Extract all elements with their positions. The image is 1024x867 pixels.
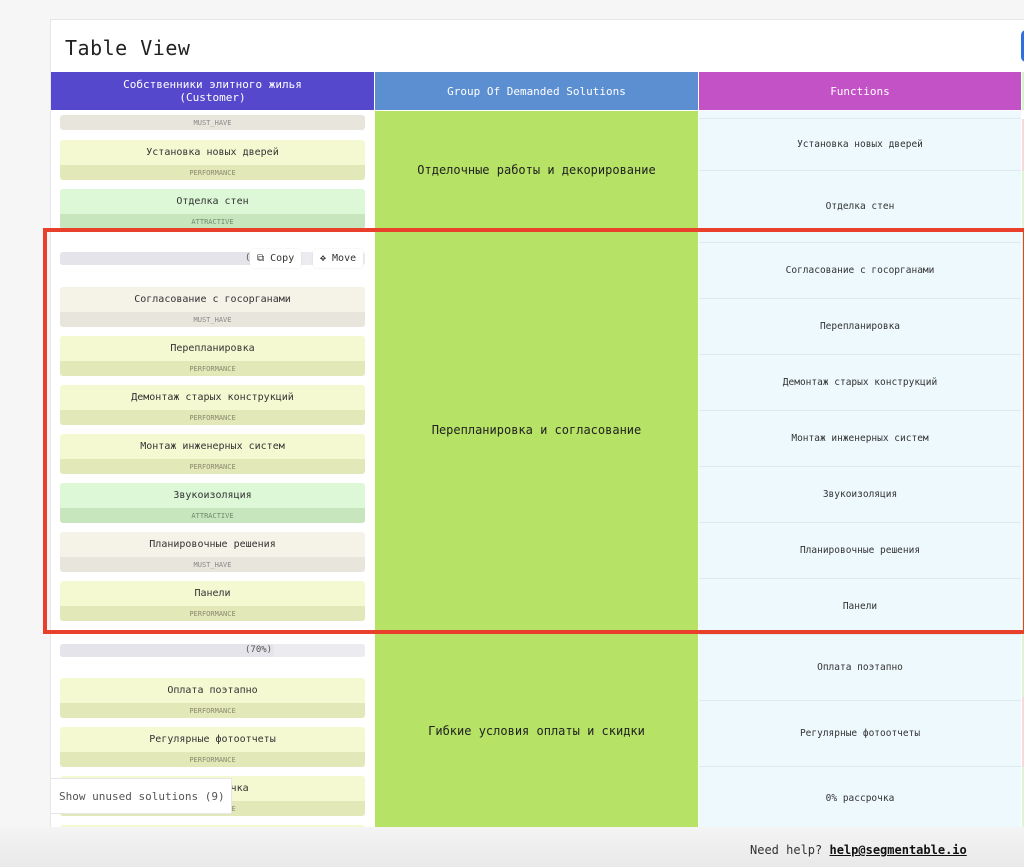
solution-card[interactable]: Демонтаж старых конструкций PERFORMANCE (60, 385, 365, 425)
table-view-panel: Table View Собственники элитного жилья (… (50, 19, 1024, 829)
function-name: Звукоизоляция (822, 489, 898, 500)
solution-tag: PERFORMANCE (60, 606, 365, 621)
solution-card[interactable]: Перепланировка PERFORMANCE (60, 336, 365, 376)
solution-name: Монтаж инженерных систем (60, 434, 365, 459)
help-text: Need help? help@segmentable.io (750, 843, 967, 857)
solution-name: Установка новых дверей (60, 140, 365, 165)
move-icon: ✥ (320, 253, 327, 264)
solution-card[interactable]: Регулярные фотоотчеты PERFORMANCE (60, 727, 365, 767)
column-header-customer-label: Собственники элитного жилья (Customer) (123, 78, 302, 104)
copy-label: Copy (270, 253, 295, 264)
function-cell[interactable]: Перепланировка (699, 299, 1021, 355)
function-cell[interactable]: Монтаж инженерных систем (699, 411, 1021, 467)
help-label: Need help? (750, 843, 823, 857)
solution-tag: PERFORMANCE (60, 459, 365, 474)
show-unused-solutions-button[interactable]: Show unused solutions (9) (51, 778, 232, 814)
solution-card[interactable]: Монтаж инженерных систем PERFORMANCE (60, 434, 365, 474)
solution-tag: MUST_HAVE (60, 557, 365, 572)
move-label: Move (332, 253, 357, 264)
solution-card[interactable]: Отделка стен ATTRACTIVE (60, 189, 365, 229)
function-cell (699, 111, 1021, 119)
solution-name: Звукоизоляция (60, 483, 365, 508)
solution-name: Панели (60, 581, 365, 606)
progress-fill (60, 252, 256, 265)
solution-name: Планировочные решения (60, 532, 365, 557)
function-name: Отделка стен (825, 201, 895, 212)
function-cell[interactable]: Установка новых дверей (699, 119, 1021, 171)
group-name: Перепланировка и согласование (431, 423, 642, 437)
solution-tag: PERFORMANCE (60, 703, 365, 718)
solution-tag: PERFORMANCE (60, 165, 365, 180)
group-cell[interactable]: Гибкие условия оплаты и скидки (375, 631, 698, 828)
page-title: Table View (65, 36, 191, 60)
function-name: Демонтаж старых конструкций (782, 377, 938, 388)
function-cell[interactable]: Согласование с госорганами (699, 243, 1021, 299)
solution-tag: ATTRACTIVE (60, 508, 365, 523)
function-cell[interactable]: Регулярные фотоотчеты (699, 701, 1021, 767)
function-name: Регулярные фотоотчеты (799, 728, 921, 739)
progress-fill (60, 644, 274, 657)
solution-card[interactable]: Установка новых дверей PERFORMANCE (60, 140, 365, 180)
solution-card[interactable]: Панели PERFORMANCE (60, 581, 365, 621)
function-cell[interactable]: Панели (699, 579, 1021, 635)
group-cell[interactable]: Отделочные работы и декорирование (375, 111, 698, 229)
copy-icon: ⧉ (257, 253, 265, 264)
solution-card[interactable]: Согласование с госорганами MUST_HAVE (60, 287, 365, 327)
function-cell[interactable]: Оплата поэтапно (699, 635, 1021, 701)
function-name: Согласование с госорганами (785, 265, 935, 276)
group-name: Отделочные работы и декорирование (417, 163, 656, 177)
solution-name: Демонтаж старых конструкций (60, 385, 365, 410)
solution-card[interactable]: Оплата поэтапно PERFORMANCE (60, 678, 365, 718)
function-cell[interactable]: Демонтаж старых конструкций (699, 355, 1021, 411)
group-progress-bar: (70%) (60, 644, 365, 657)
function-name: Планировочные решения (799, 545, 921, 556)
function-name: Перепланировка (819, 321, 901, 332)
solution-name: Отделка стен (60, 189, 365, 214)
function-cell[interactable]: Отделка стен (699, 171, 1021, 243)
move-button[interactable]: ✥ Move (313, 249, 364, 268)
copy-button[interactable]: ⧉ Copy (250, 249, 302, 268)
column-header-group-label: Group Of Demanded Solutions (447, 84, 626, 98)
solutions-column: MUST_HAVE Установка новых дверей PERFORM… (51, 111, 374, 828)
solution-tag: PERFORMANCE (60, 410, 365, 425)
solution-name: Перепланировка (60, 336, 365, 361)
solution-name: Регулярные фотоотчеты (60, 727, 365, 752)
solution-tag: MUST_HAVE (60, 115, 365, 130)
group-cell[interactable]: Перепланировка и согласование (375, 230, 698, 630)
solution-tag: MUST_HAVE (60, 312, 365, 327)
column-header-functions: Functions (699, 72, 1021, 110)
column-header-group: Group Of Demanded Solutions (375, 72, 698, 110)
solution-name: Оплата поэтапно (60, 678, 365, 703)
column-header-functions-label: Functions (830, 84, 890, 98)
function-name: Монтаж инженерных систем (791, 433, 929, 444)
solution-card[interactable]: MUST_HAVE (60, 115, 365, 130)
column-header-customer: Собственники элитного жилья (Customer) (51, 72, 374, 110)
solution-tag: PERFORMANCE (60, 361, 365, 376)
function-cell[interactable]: 0% рассрочка (699, 767, 1021, 828)
function-name: 0% рассрочка (825, 793, 895, 804)
function-cell[interactable]: Планировочные решения (699, 523, 1021, 579)
function-name: Оплата поэтапно (817, 662, 903, 673)
solution-card[interactable]: Планировочные решения MUST_HAVE (60, 532, 365, 572)
group-name: Гибкие условия оплаты и скидки (428, 724, 645, 738)
solution-tag: PERFORMANCE (60, 752, 365, 767)
function-name: Установка новых дверей (797, 139, 923, 150)
solution-tag: ATTRACTIVE (60, 214, 365, 229)
function-cell[interactable]: Звукоизоляция (699, 467, 1021, 523)
progress-label: (70%) (245, 645, 273, 655)
help-email-link[interactable]: help@segmentable.io (829, 843, 966, 857)
function-name: Панели (842, 601, 878, 612)
solution-name: Согласование с госорганами (60, 287, 365, 312)
solution-card[interactable]: Звукоизоляция ATTRACTIVE (60, 483, 365, 523)
